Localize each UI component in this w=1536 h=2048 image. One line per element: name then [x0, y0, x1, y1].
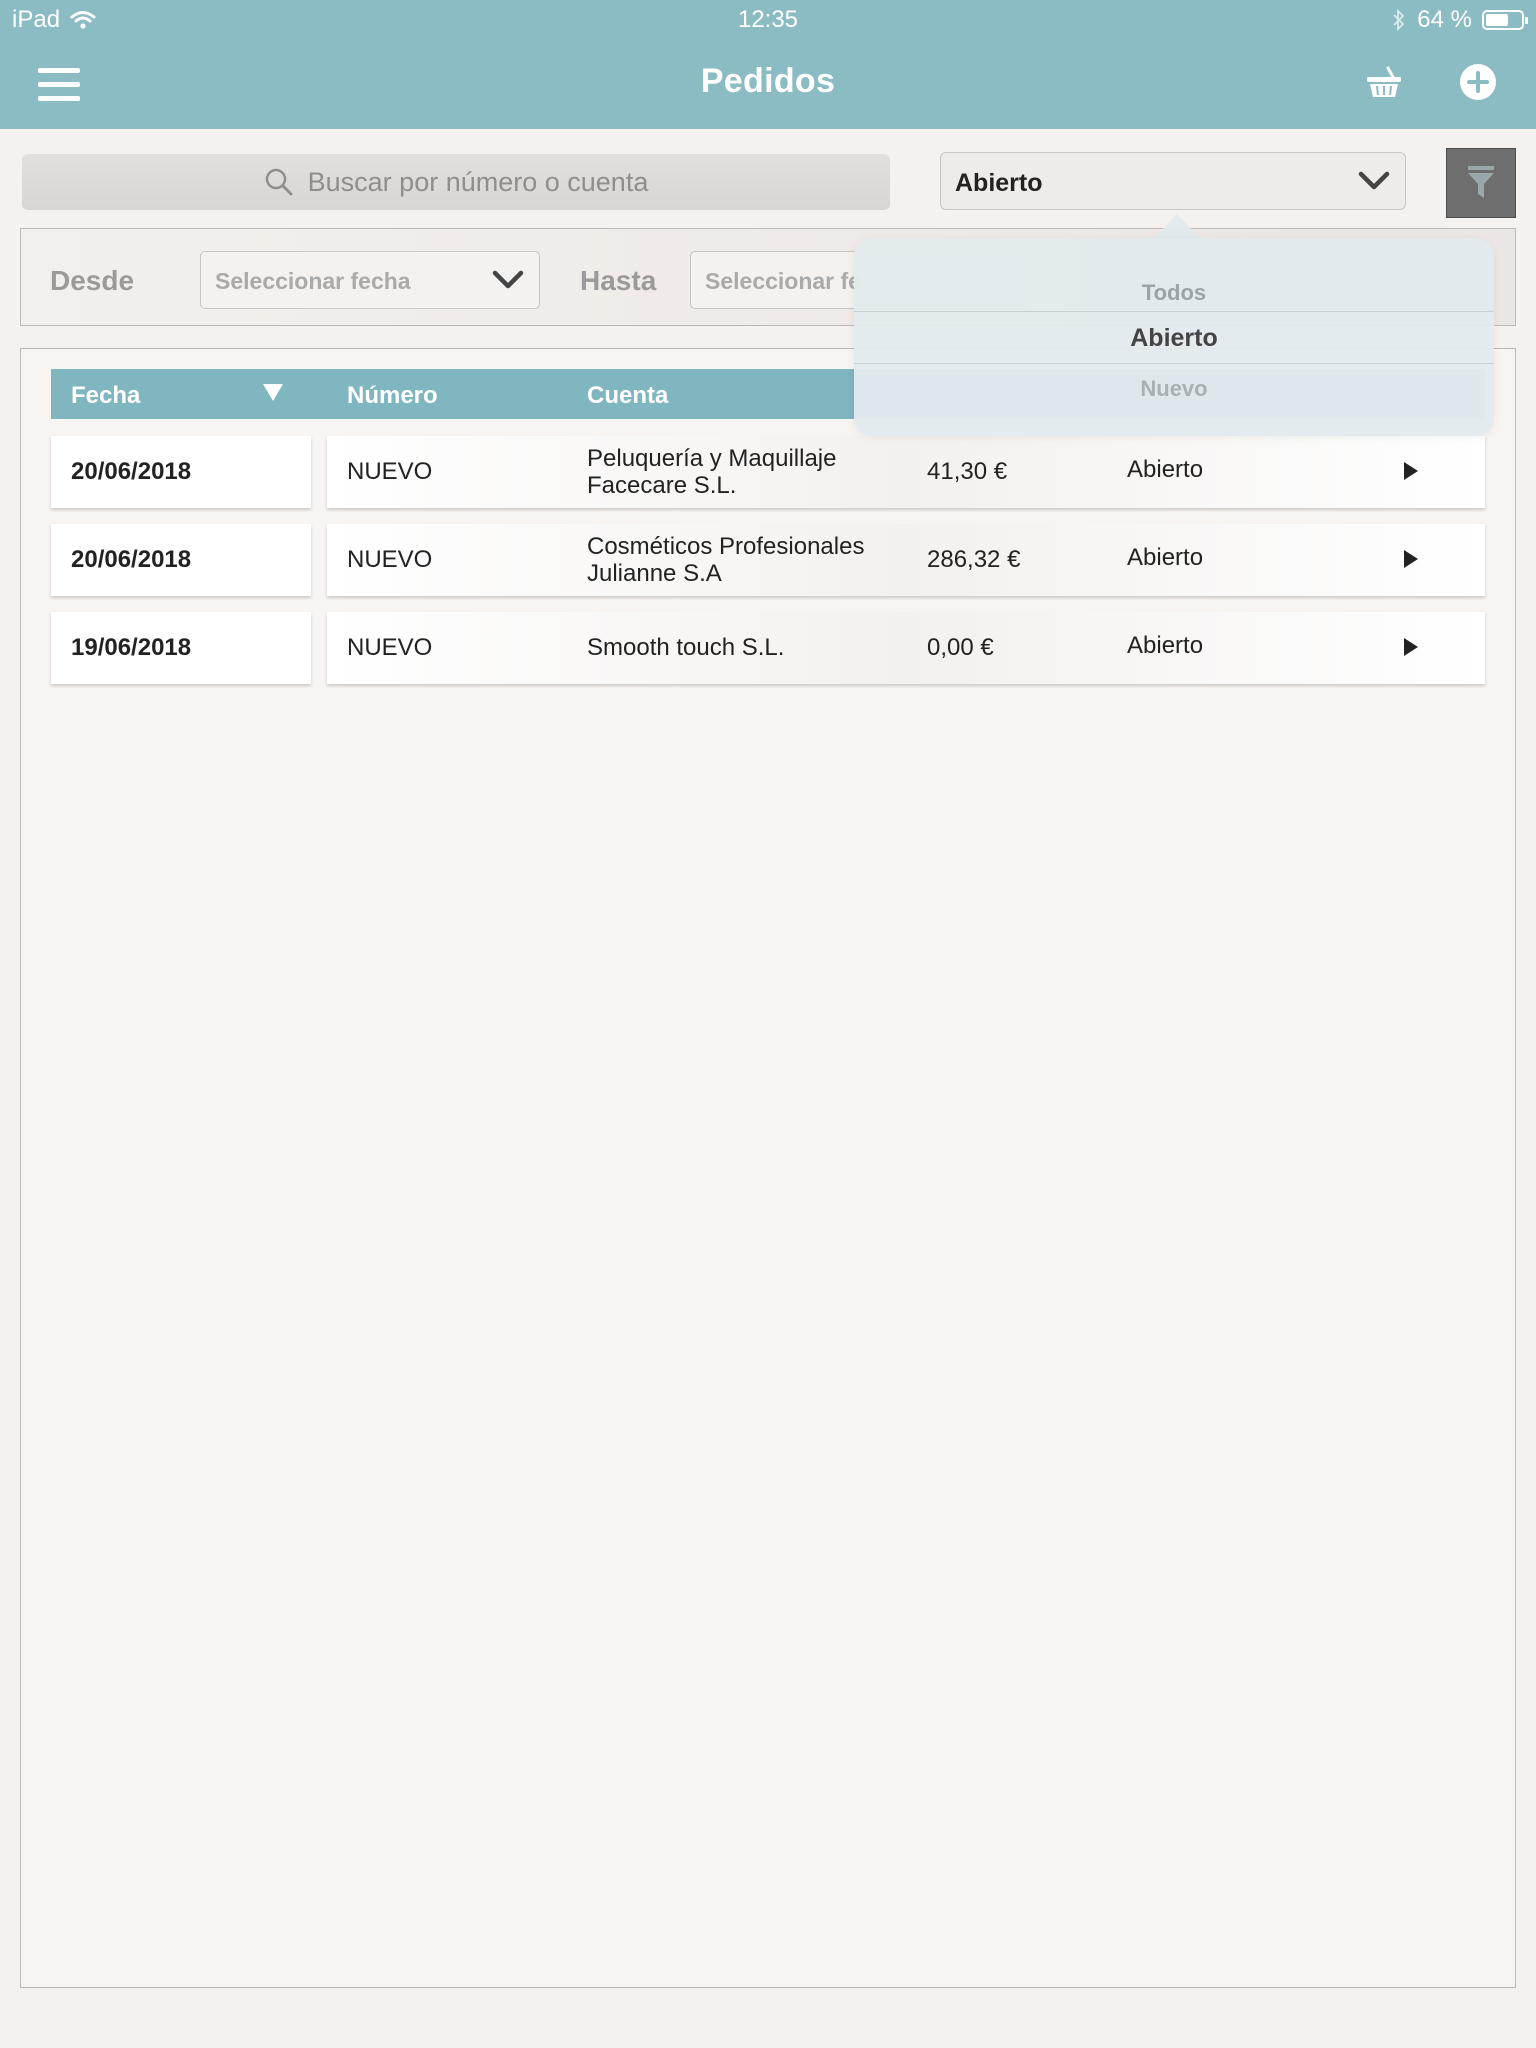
add-icon[interactable] — [1458, 62, 1498, 102]
picker-divider — [854, 311, 1494, 312]
play-arrow-icon[interactable] — [1402, 460, 1420, 482]
row-account-line2: Facecare S.L. — [587, 472, 737, 499]
search-icon — [265, 168, 293, 196]
battery-icon — [1482, 10, 1528, 30]
row-account-line1: Cosméticos Profesionales — [587, 533, 865, 560]
row-account: Smooth touch S.L. — [587, 634, 897, 661]
page-title: Pedidos — [700, 62, 836, 100]
play-arrow-icon[interactable] — [1402, 548, 1420, 570]
row-account-line2: Julianne S.A — [587, 560, 722, 587]
play-arrow-icon[interactable] — [1402, 636, 1420, 658]
status-dropdown[interactable]: Abierto — [940, 152, 1406, 210]
picker-option-todos[interactable]: Todos — [854, 280, 1494, 306]
battery-percent: 64 % — [1417, 6, 1472, 33]
row-number: NUEVO — [347, 458, 433, 485]
clock: 12:35 — [737, 6, 799, 33]
orders-table-panel: Fecha Número Cuenta 20/06/2018 NUEVO Pel… — [20, 348, 1516, 1988]
column-numero[interactable]: Número — [347, 382, 438, 410]
row-account: Peluquería y Maquillaje Facecare S.L. — [587, 445, 897, 499]
row-account-line1: Smooth touch S.L. — [587, 634, 785, 661]
sort-descending-icon[interactable] — [261, 381, 285, 403]
row-date-text: 20/06/2018 — [71, 546, 192, 573]
row-amount: 0,00 € — [927, 634, 994, 661]
table-row-date[interactable]: 20/06/2018 — [51, 524, 311, 596]
basket-icon[interactable] — [1364, 62, 1404, 102]
nav-bar: Pedidos — [0, 40, 1536, 129]
table-row-date[interactable]: 20/06/2018 — [51, 436, 311, 508]
status-right: 64 % — [1391, 6, 1528, 34]
from-label: Desde — [50, 265, 135, 296]
status-picker-popover: Todos Abierto Nuevo — [854, 238, 1494, 436]
funnel-icon — [1468, 166, 1494, 198]
table-row-date[interactable]: 19/06/2018 — [51, 612, 311, 684]
app-header: iPad 12:35 64 % Pedidos — [0, 0, 1536, 129]
bluetooth-icon — [1393, 8, 1405, 32]
table-row[interactable]: NUEVO Cosméticos Profesionales Julianne … — [327, 524, 1485, 596]
row-number: NUEVO — [347, 546, 433, 573]
picker-option-abierto[interactable]: Abierto — [854, 324, 1494, 353]
to-label: Hasta — [580, 265, 657, 296]
chevron-down-icon — [1358, 171, 1390, 190]
status-dropdown-value: Abierto — [955, 169, 1043, 197]
row-amount: 41,30 € — [927, 458, 1008, 485]
battery-fill — [1486, 14, 1508, 26]
row-status: Abierto — [1127, 456, 1204, 483]
table-row[interactable]: NUEVO Smooth touch S.L. 0,00 € Abierto — [327, 612, 1485, 684]
column-cuenta[interactable]: Cuenta — [587, 382, 668, 410]
column-fecha[interactable]: Fecha — [71, 382, 140, 410]
from-date-placeholder: Seleccionar fecha — [215, 268, 411, 294]
search-input[interactable]: Buscar por número o cuenta — [22, 154, 890, 210]
row-status: Abierto — [1127, 632, 1204, 659]
row-status: Abierto — [1127, 544, 1204, 571]
picker-divider — [854, 363, 1494, 364]
status-bar: iPad 12:35 64 % — [0, 0, 1536, 40]
to-date-placeholder: Seleccionar fe — [705, 268, 861, 294]
row-account-line1: Peluquería y Maquillaje — [587, 445, 837, 472]
filter-button[interactable] — [1446, 148, 1516, 218]
from-date-dropdown[interactable]: Seleccionar fecha — [200, 251, 540, 309]
table-row[interactable]: NUEVO Peluquería y Maquillaje Facecare S… — [327, 436, 1485, 508]
popover-arrow — [1153, 214, 1201, 239]
chevron-down-icon — [492, 270, 524, 289]
row-date-text: 20/06/2018 — [71, 458, 192, 485]
row-amount: 286,32 € — [927, 546, 1021, 573]
picker-option-nuevo[interactable]: Nuevo — [854, 376, 1494, 402]
row-date-text: 19/06/2018 — [71, 634, 192, 661]
search-placeholder: Buscar por número o cuenta — [307, 166, 649, 197]
row-number: NUEVO — [347, 634, 433, 661]
row-account: Cosméticos Profesionales Julianne S.A — [587, 533, 897, 587]
